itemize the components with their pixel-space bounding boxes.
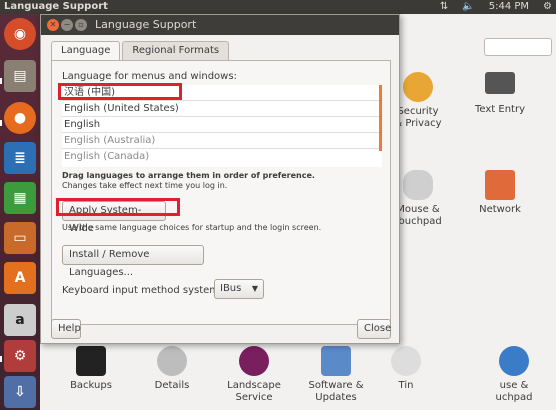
- landscape-service-item[interactable]: Landscape Service: [220, 346, 288, 404]
- keyboard-input-label: Keyboard input method system:: [62, 285, 223, 296]
- drag-hint: Drag languages to arrange them in order …: [62, 171, 315, 180]
- top-panel: Language Support ⇅ 🔈 5:44 PM ⚙: [0, 0, 556, 14]
- minimize-window-icon[interactable]: −: [61, 19, 73, 31]
- tab-language[interactable]: Language: [51, 41, 121, 61]
- mouse-icon: [403, 170, 433, 200]
- keyboard-input-value: IBus: [220, 283, 242, 294]
- network-icon[interactable]: ⇅: [440, 1, 448, 12]
- language-row-english-australia[interactable]: English (Australia): [62, 133, 382, 149]
- impress-icon[interactable]: ▭: [4, 222, 36, 254]
- universal-access-icon: [499, 346, 529, 376]
- close-window-icon[interactable]: ✕: [47, 19, 59, 31]
- security-icon: [403, 72, 433, 102]
- tab-bar: Language Regional Formats: [51, 41, 231, 61]
- network-item[interactable]: Network: [472, 170, 528, 216]
- highlight-box-language: [58, 83, 182, 100]
- amazon-icon[interactable]: a: [4, 304, 36, 336]
- universal-access-item[interactable]: use & uchpad: [488, 346, 540, 404]
- clock[interactable]: 5:44 PM: [489, 1, 529, 12]
- dialog-titlebar[interactable]: ✕ − ▫ Language Support: [41, 15, 399, 35]
- settings-bottom-row: [40, 340, 556, 410]
- language-tab-page: Language for menus and windows: 汉语 (中国) …: [51, 60, 391, 325]
- software-updates-item[interactable]: Software & Updates: [302, 346, 370, 404]
- gear-icon[interactable]: ⚙: [543, 1, 552, 12]
- network-folder-icon: [485, 170, 515, 200]
- tab-regional-formats[interactable]: Regional Formats: [122, 41, 230, 61]
- highlight-box-apply: [56, 198, 180, 216]
- details-item[interactable]: Details: [148, 346, 196, 392]
- keyboard-icon: [485, 72, 515, 94]
- settings-search-input[interactable]: [484, 38, 552, 56]
- language-support-icon[interactable]: ⇩: [4, 376, 36, 408]
- clock-icon: [391, 346, 421, 376]
- top-panel-title: Language Support: [4, 1, 108, 12]
- changes-hint: Changes take effect next time you log in…: [62, 181, 228, 190]
- language-row-english[interactable]: English: [62, 117, 382, 133]
- writer-icon[interactable]: ≣: [4, 142, 36, 174]
- backups-icon: [76, 346, 106, 376]
- details-gear-icon: [157, 346, 187, 376]
- language-support-dialog: ✕ − ▫ Language Support Language Regional…: [40, 14, 400, 344]
- firefox-icon[interactable]: ●: [4, 102, 36, 134]
- language-list-scrollbar[interactable]: [379, 85, 382, 151]
- files-icon[interactable]: ▤: [4, 60, 36, 92]
- text-entry-item[interactable]: Text Entry: [472, 72, 528, 116]
- keyboard-input-select[interactable]: IBus ▼: [214, 279, 264, 299]
- launcher: ◉ ▤ ● ≣ ▦ ▭ A a ⚙ ⇩: [0, 14, 40, 410]
- dialog-title: Language Support: [95, 18, 197, 31]
- install-remove-languages-button[interactable]: Install / Remove Languages...: [62, 245, 204, 278]
- help-button[interactable]: Help: [51, 319, 81, 339]
- close-button[interactable]: Close: [357, 319, 391, 339]
- backups-item[interactable]: Backups: [66, 346, 116, 392]
- language-row-english-us[interactable]: English (United States): [62, 101, 382, 117]
- volume-icon[interactable]: 🔈: [462, 1, 474, 12]
- languages-heading: Language for menus and windows:: [62, 71, 237, 82]
- system-settings-icon[interactable]: ⚙: [4, 340, 36, 372]
- landscape-icon: [239, 346, 269, 376]
- software-center-icon[interactable]: A: [4, 262, 36, 294]
- chevron-down-icon: ▼: [251, 284, 258, 293]
- apply-description: Use the same language choices for startu…: [62, 223, 322, 232]
- maximize-window-icon[interactable]: ▫: [75, 19, 87, 31]
- calc-icon[interactable]: ▦: [4, 182, 36, 214]
- language-row-english-canada[interactable]: English (Canada): [62, 149, 382, 165]
- time-date-item[interactable]: Tin: [384, 346, 428, 392]
- software-updates-icon: [321, 346, 351, 376]
- ubuntu-dash-icon[interactable]: ◉: [4, 18, 36, 50]
